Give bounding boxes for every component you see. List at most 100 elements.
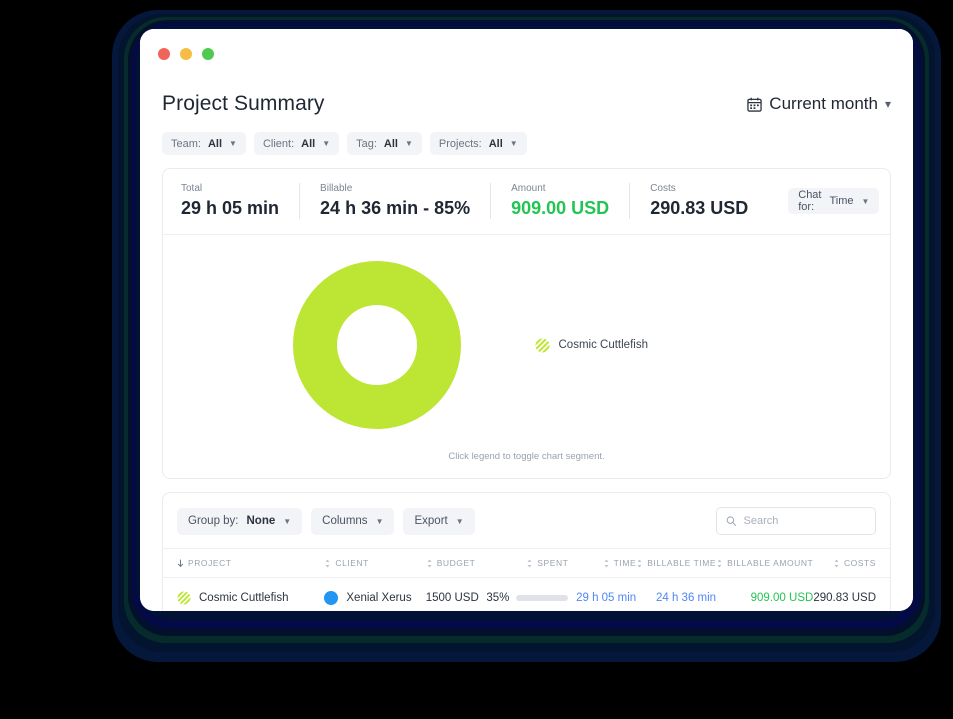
spent-percent: 35% [486, 592, 510, 604]
group-by-dropdown[interactable]: Group by: None ▼ [177, 507, 303, 535]
maximize-window-button[interactable] [202, 47, 214, 60]
stat-costs-label: Costs [650, 183, 676, 194]
column-label-project: PROJECT [188, 558, 232, 568]
filter-tag[interactable]: Tag: All ▼ [347, 132, 422, 155]
column-label-costs: COSTS [843, 558, 876, 568]
export-dropdown[interactable]: Export ▼ [403, 507, 475, 535]
column-header-project[interactable]: PROJECT [163, 548, 325, 578]
columns-dropdown[interactable]: Columns ▼ [311, 507, 395, 535]
filter-projects-value: All [488, 137, 503, 150]
chevron-down-icon: ▼ [404, 139, 413, 148]
client-color-icon [324, 591, 339, 605]
filter-client[interactable]: Client: All ▼ [253, 132, 340, 155]
stats-strip: Total 29 h 05 min Billable 24 h 36 min -… [163, 169, 890, 235]
page-title: Project Summary [162, 92, 325, 115]
cell-project: Cosmic Cuttlefish [163, 578, 324, 612]
stat-amount-label: Amount [511, 183, 546, 194]
chart-row: Cosmic Cuttlefish [163, 261, 890, 429]
chevron-down-icon: ▾ [884, 97, 891, 111]
filter-bar: Team: All ▼ Client: All ▼ Tag: All ▼ Pro… [152, 116, 901, 155]
cell-spent: 35% [486, 578, 569, 612]
cell-billable-amount: 909.00 USD [750, 592, 814, 604]
date-range-picker[interactable]: Current month ▾ [747, 94, 891, 114]
app-window: Project Summary Current month ▾ Team: Al… [140, 29, 913, 611]
date-range-label: Current month [769, 94, 878, 113]
chevron-down-icon: ▼ [229, 139, 237, 148]
minimize-window-button[interactable] [180, 47, 192, 60]
column-label-billable-time: BILLABLE TIME [647, 558, 717, 568]
search-icon [726, 516, 737, 526]
stat-billable: Billable 24 h 36 min - 85% [320, 183, 492, 219]
stat-amount-value: 909.00 USD [511, 198, 610, 218]
projects-table: PROJECT CLIENT BUDGET SPENT TIME BILLABL… [163, 548, 890, 611]
chevron-down-icon: ▼ [861, 196, 870, 206]
column-header-budget[interactable]: BUDGET [425, 548, 487, 578]
filter-client-label: Client: [262, 137, 295, 150]
stat-costs-value: 290.83 USD [650, 198, 749, 218]
chevron-down-icon: ▼ [375, 516, 384, 526]
window-titlebar [140, 29, 913, 78]
donut-chart-wrap [227, 261, 527, 429]
table-header-row: PROJECT CLIENT BUDGET SPENT TIME BILLABL… [163, 548, 890, 578]
filter-projects-label: Projects: [438, 137, 482, 150]
donut-chart[interactable] [292, 261, 461, 429]
filter-tag-value: All [383, 137, 398, 150]
page-header: Project Summary Current month ▾ [152, 78, 901, 116]
export-label: Export [414, 515, 448, 527]
sort-icon [325, 559, 330, 567]
stat-costs: Costs 290.83 USD [650, 183, 768, 219]
chevron-down-icon: ▼ [509, 139, 518, 148]
chart-for-value: Time [829, 195, 854, 207]
column-header-billable-amount[interactable]: BILLABLE AMOUNT [716, 548, 814, 578]
column-header-time[interactable]: TIME [568, 548, 637, 578]
chart-for-label: Chat for: [798, 189, 822, 213]
stat-billable-label: Billable [320, 183, 353, 194]
table-card: Group by: None ▼ Columns ▼ Export ▼ Sear… [162, 492, 891, 611]
sort-icon [527, 559, 532, 567]
spent-progress-bar [516, 595, 569, 601]
search-box[interactable] [716, 507, 876, 535]
column-header-spent[interactable]: SPENT [486, 548, 569, 578]
client-name: Xenial Xerus [346, 592, 412, 604]
search-input[interactable] [743, 515, 866, 527]
legend-label: Cosmic Cuttlefish [558, 339, 648, 351]
sort-icon [834, 559, 839, 567]
cell-time[interactable]: 29 h 05 min [568, 578, 636, 612]
calendar-icon [747, 97, 763, 112]
sort-desc-icon [177, 559, 184, 567]
table-row[interactable]: Cosmic Cuttlefish Xenial Xerus 1500 USD [163, 578, 890, 612]
columns-label: Columns [322, 515, 368, 527]
column-label-time: TIME [613, 558, 637, 568]
stat-total-label: Total [181, 183, 203, 194]
close-window-button[interactable] [158, 47, 170, 60]
cell-costs: 290.83 USD [813, 592, 876, 604]
table-toolbar: Group by: None ▼ Columns ▼ Export ▼ [163, 493, 890, 548]
project-color-icon [177, 591, 191, 605]
sort-icon [717, 559, 722, 567]
chart-hint-text: Click legend to toggle chart segment. [448, 451, 605, 462]
filter-team[interactable]: Team: All ▼ [162, 132, 246, 155]
stat-billable-value: 24 h 36 min - 85% [320, 198, 471, 218]
stat-total-value: 29 h 05 min [181, 198, 280, 218]
summary-card: Total 29 h 05 min Billable 24 h 36 min -… [162, 168, 891, 479]
app-content: Project Summary Current month ▾ Team: Al… [140, 78, 913, 611]
cell-billable-time[interactable]: 24 h 36 min [636, 578, 716, 612]
chart-area: Cosmic Cuttlefish Click legend to toggle… [163, 235, 890, 478]
chevron-down-icon: ▼ [322, 139, 331, 148]
column-header-costs[interactable]: COSTS [813, 548, 890, 578]
filter-client-value: All [301, 137, 316, 150]
column-label-client: CLIENT [335, 558, 369, 568]
filter-projects[interactable]: Projects: All ▼ [429, 132, 527, 155]
chart-for-dropdown[interactable]: Chat for: Time ▼ [788, 188, 880, 214]
sort-icon [604, 559, 609, 567]
project-name: Cosmic Cuttlefish [199, 592, 289, 604]
chevron-down-icon: ▼ [455, 516, 464, 526]
table-head: PROJECT CLIENT BUDGET SPENT TIME BILLABL… [163, 548, 890, 578]
column-header-billable-time[interactable]: BILLABLE TIME [636, 548, 717, 578]
cell-client: Xenial Xerus [324, 578, 425, 612]
column-header-client[interactable]: CLIENT [324, 548, 426, 578]
sort-icon [427, 559, 432, 567]
column-label-spent: SPENT [537, 558, 569, 568]
stat-amount: Amount 909.00 USD [511, 183, 631, 219]
chart-legend-item-cosmic-cuttlefish[interactable]: Cosmic Cuttlefish [527, 337, 827, 353]
